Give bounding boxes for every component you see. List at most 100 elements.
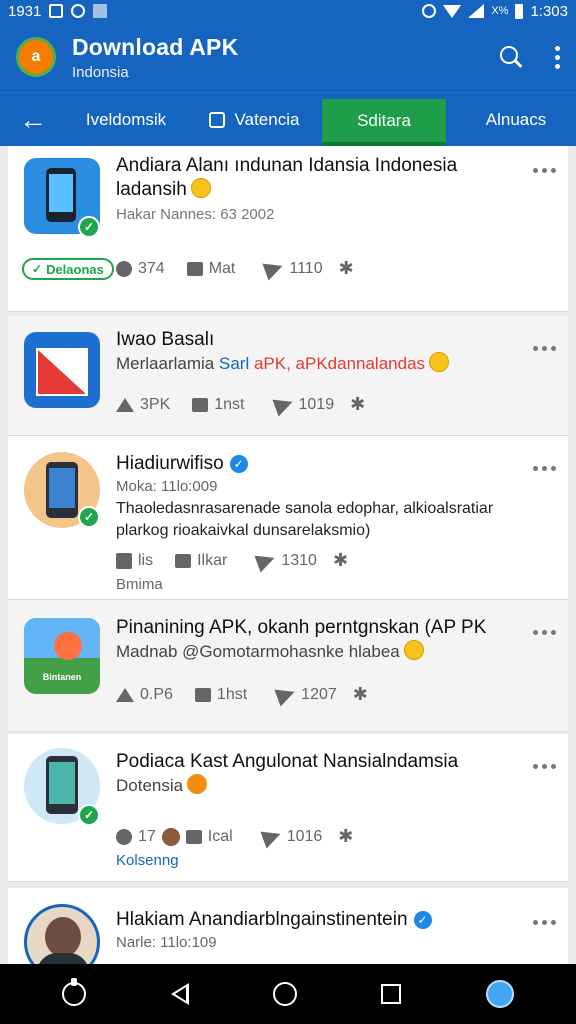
star-icon[interactable]: ✱ xyxy=(350,394,365,415)
shares-stat[interactable]: 1310 xyxy=(254,548,317,573)
tab-vatencia[interactable]: Vatencia xyxy=(186,93,322,146)
share-icon xyxy=(274,682,298,707)
shares-stat[interactable]: 1016 xyxy=(260,824,323,849)
likes-stat[interactable]: Ical xyxy=(185,828,233,846)
tab-iveldomsik[interactable]: Iveldomsik xyxy=(66,93,186,146)
star-icon[interactable]: ✱ xyxy=(353,684,368,705)
likes-count: 1hst xyxy=(216,685,248,703)
post-card[interactable]: ✓ Hiadiurwifiso ✓ Moka: 11lo:009 Thaoleda… xyxy=(8,436,568,600)
app-title: Download APK xyxy=(72,33,239,60)
accessibility-icon[interactable] xyxy=(62,978,87,1006)
thumbs-up-icon xyxy=(192,397,209,412)
post-stats: 3PK 1nst 1019 ✱ xyxy=(116,392,365,417)
post-meta: Hakar Nannes: 63 2002 xyxy=(116,206,275,223)
comments-count: 17 xyxy=(138,827,156,845)
tab-sditara[interactable]: Sditara xyxy=(322,99,446,146)
image-icon xyxy=(208,111,225,128)
post-line: Merlaarlamia Sarl aPK, aPKdannalandas xyxy=(116,352,528,375)
shares-count: 1019 xyxy=(298,395,335,413)
status-clock: 1:303 xyxy=(530,2,568,20)
flag-icon xyxy=(93,4,108,18)
post-meta: Narle: 11lo:109 xyxy=(116,934,217,951)
smile-emoji-icon xyxy=(403,640,424,660)
post-title: Iwao Basalı xyxy=(116,329,215,350)
post-stats: 0.P6 1hst 1207 ✱ xyxy=(116,682,368,707)
post-line-text: Madnab @Gomotarmohasnke hlabea xyxy=(116,642,400,661)
post-line-text: Dotensia xyxy=(116,776,184,795)
views-count: 0.P6 xyxy=(140,685,173,703)
post-meta: Moka: 11lo:009 xyxy=(116,478,218,495)
post-thumbnail xyxy=(24,332,100,408)
post-card[interactable]: Iwao Basalı Merlaarlamia Sarl aPK, aPKda… xyxy=(8,316,568,436)
app-bar: a Download APK Indonsia xyxy=(0,22,576,92)
phone-image xyxy=(46,168,76,222)
post-feed[interactable]: ✓ Andiara Alanı ındunan Idansia Indonesi… xyxy=(8,146,568,964)
bookmark-icon xyxy=(116,552,132,569)
shares-count: 1207 xyxy=(301,685,337,703)
post-card[interactable]: ✓ Podiaca Kast Angulonat Nansialndamsia … xyxy=(8,734,568,882)
thumb-label: Bintanen xyxy=(42,672,82,682)
likes-stat[interactable]: Mat xyxy=(186,260,235,278)
alarm-icon xyxy=(422,4,437,18)
post-menu-icon[interactable] xyxy=(533,466,556,471)
red-diagonal xyxy=(38,350,86,394)
star-icon[interactable]: ✱ xyxy=(333,550,348,571)
back-nav-icon[interactable] xyxy=(170,983,189,1005)
status-battery-text: X% xyxy=(491,5,509,17)
post-title: Podiaca Kast Angulonat Nansialndamsia xyxy=(116,751,459,772)
post-menu-icon[interactable] xyxy=(533,630,556,635)
post-line-blue[interactable]: Sarl xyxy=(219,354,249,373)
share-icon xyxy=(262,256,286,281)
status-badge: ✓ Delaonas xyxy=(22,258,114,280)
check-icon: ✓ xyxy=(78,506,100,528)
search-icon[interactable] xyxy=(498,44,524,70)
saves-stat[interactable]: lis xyxy=(116,552,153,570)
tab-alnuacs[interactable]: Alnuacs xyxy=(446,93,576,146)
star-icon[interactable]: ✱ xyxy=(338,826,353,847)
views-stat[interactable]: 0.P6 xyxy=(116,686,173,704)
avatar xyxy=(161,827,180,846)
share-icon xyxy=(254,548,278,573)
post-menu-icon[interactable] xyxy=(533,168,556,173)
navigation-bar xyxy=(0,964,576,1024)
post-body: Thaoledasnrasarenade sanola edophar, alk… xyxy=(116,500,494,539)
post-title-text: Hiadiurwifiso xyxy=(116,453,224,474)
post-menu-icon[interactable] xyxy=(533,920,556,925)
shares-stat[interactable]: 1110 xyxy=(262,256,323,281)
shares-stat[interactable]: 1019 xyxy=(271,392,335,417)
post-menu-icon[interactable] xyxy=(533,346,556,351)
post-menu-icon[interactable] xyxy=(533,764,556,769)
post-tag[interactable]: Bmima xyxy=(116,576,163,593)
recent-apps-icon[interactable] xyxy=(381,984,402,1004)
post-line-red[interactable]: aPK, aPKdannalandas xyxy=(254,354,425,373)
back-arrow-icon[interactable]: ← xyxy=(0,93,66,146)
app-logo: a xyxy=(16,37,56,77)
comments-stat[interactable]: 374 xyxy=(116,260,165,278)
thumbs-up-icon xyxy=(175,553,192,568)
surprised-emoji-icon xyxy=(187,774,208,794)
check-icon: ✓ xyxy=(78,804,100,826)
post-title: Hlakiam Anandiarblngainstinentein ✓ xyxy=(116,908,518,932)
likes-stat[interactable]: 1nst xyxy=(192,396,245,414)
app-logo-letter: a xyxy=(31,48,41,65)
post-stats: lis Ilkar 1310 ✱ xyxy=(116,548,348,573)
post-card[interactable]: Bintanen Pinanining APK, okanh perntgnsk… xyxy=(8,600,568,732)
likes-stat[interactable]: 1hst xyxy=(194,685,248,704)
home-nav-icon[interactable] xyxy=(272,982,297,1006)
more-options-icon[interactable] xyxy=(554,45,560,69)
post-tag[interactable]: Kolsenng xyxy=(116,852,179,869)
comments-stat[interactable]: 17 xyxy=(116,828,156,846)
assistant-icon[interactable] xyxy=(485,980,514,1008)
smile-emoji-icon xyxy=(429,352,450,372)
post-stats: 17 Ical 1016 ✱ xyxy=(116,824,353,849)
star-icon[interactable]: ✱ xyxy=(339,258,354,279)
post-card[interactable]: ✓ Andiara Alanı ındunan Idansia Indonesi… xyxy=(8,146,568,312)
post-card[interactable]: Hlakiam Anandiarblngainstinentein ✓ Narle… xyxy=(8,888,568,964)
shares-count: 1016 xyxy=(286,827,323,845)
shares-count: 1310 xyxy=(281,551,317,569)
saves-count: lis xyxy=(138,551,154,569)
views-stat[interactable]: 3PK xyxy=(116,396,170,414)
shares-stat[interactable]: 1207 xyxy=(274,682,337,707)
likes-stat[interactable]: Ilkar xyxy=(175,552,227,570)
avatar xyxy=(24,904,100,964)
